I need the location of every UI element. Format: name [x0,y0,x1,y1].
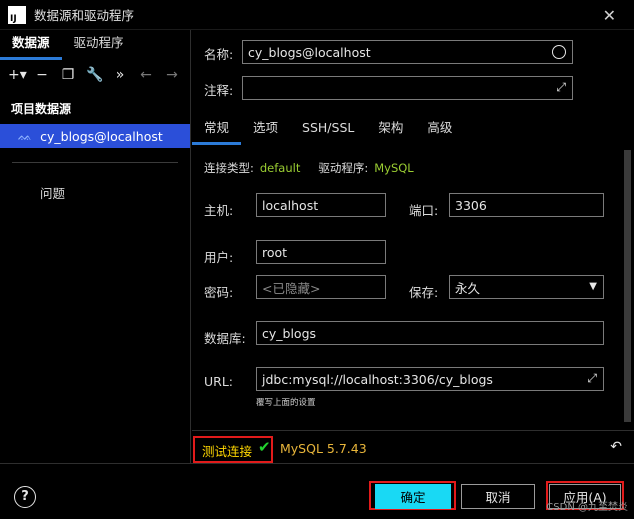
more-icon[interactable]: » [112,67,128,83]
datasource-item-label: cy_blogs@localhost [40,128,163,144]
right-panel: 名称: cy_blogs@localhost 注释: ⤢ 常规 选项 SSH/S… [192,30,634,463]
ok-button[interactable]: 确定 [375,484,451,509]
conn-type-value[interactable]: default [260,161,300,175]
name-row: 名称: [204,44,233,63]
project-datasources-label: 项目数据源 [11,102,72,116]
connection-info: 连接类型: default 驱动程序: MySQL [204,160,414,176]
database-input[interactable]: cy_blogs [256,321,604,345]
dialog-footer: ? 确定 取消 应用(A) CSDN @九至焚炎 [0,463,634,519]
expand-icon[interactable]: ⤢ [587,371,597,386]
expand-icon[interactable]: ⤢ [556,80,566,95]
highlight-box-test [193,436,273,463]
remove-icon[interactable]: − [34,67,50,83]
divider [12,162,178,163]
scrollbar[interactable] [624,150,631,422]
save-value: 永久 [455,280,481,296]
tab-schemas[interactable]: 架构 [366,115,415,145]
url-label: URL: [204,374,234,389]
name-label: 名称: [204,47,234,62]
url-hint: 覆写上面的设置 [256,398,316,408]
left-tabs: 数据源 驱动程序 [0,30,190,60]
host-input[interactable]: localhost [256,193,386,217]
intellij-icon: IJ [8,5,26,24]
host-value: localhost [262,197,319,213]
cancel-button[interactable]: 取消 [461,484,535,509]
user-label: 用户: [204,250,234,265]
undo-icon[interactable]: ↶ [610,439,622,455]
watermark: CSDN @九至焚炎 [546,502,628,513]
comment-input[interactable]: ⤢ [242,76,573,100]
save-label: 保存: [409,285,439,300]
driver-value[interactable]: MySQL [374,161,414,175]
left-toolbar: +▾ − ❐ 🔧 » ← → [0,60,190,90]
tab-advanced[interactable]: 高级 [415,115,464,145]
port-label: 端口: [409,203,439,218]
user-input[interactable]: root [256,240,386,264]
port-value: 3306 [455,197,487,213]
status-bar: 测试连接 ✔ MySQL 5.7.43 ↶ [192,430,634,463]
tab-general[interactable]: 常规 [192,115,242,145]
password-label: 密码: [204,285,234,300]
tab-drivers[interactable]: 驱动程序 [62,30,136,60]
driver-label: 驱动程序: [318,161,369,175]
settings-tabs: 常规 选项 SSH/SSL 架构 高级 [192,115,634,145]
help-icon[interactable]: ? [14,486,36,508]
general-content: 连接类型: default 驱动程序: MySQL 主机: localhost … [192,145,634,430]
window-title: 数据源和驱动程序 [34,8,135,23]
title-bar: IJ 数据源和驱动程序 ✕ [0,0,634,30]
save-select[interactable]: 永久 ▼ [449,275,604,299]
tab-datasources[interactable]: 数据源 [0,30,62,60]
password-input[interactable]: <已隐藏> [256,275,386,299]
tab-ssh-ssl[interactable]: SSH/SSL [290,115,366,145]
port-input[interactable]: 3306 [449,193,604,217]
close-icon[interactable]: ✕ [603,6,616,25]
comment-label: 注释: [204,83,234,98]
host-label: 主机: [204,203,234,218]
database-value: cy_blogs [262,325,317,341]
duplicate-icon[interactable]: ❐ [60,67,76,83]
forward-arrow-icon[interactable]: → [164,67,180,83]
mysql-dolphin-icon: ᨐ [18,128,33,143]
url-value: jdbc:mysql://localhost:3306/cy_blogs [262,371,493,387]
comment-row: 注释: [204,80,233,99]
database-label: 数据库: [204,331,246,346]
chevron-down-icon: ▼ [589,281,597,292]
tab-options[interactable]: 选项 [241,115,290,145]
password-placeholder: <已隐藏> [262,280,321,296]
name-input[interactable]: cy_blogs@localhost [242,40,573,64]
mysql-version: MySQL 5.7.43 [280,441,367,456]
datasource-item[interactable]: ᨐ cy_blogs@localhost [0,124,190,148]
user-value: root [262,244,288,260]
add-icon[interactable]: +▾ [8,67,27,83]
color-circle-icon[interactable] [552,45,566,59]
left-panel: 数据源 驱动程序 +▾ − ❐ 🔧 » ← → 项目数据源 ᨐ cy_blogs… [0,30,191,463]
problems-item[interactable]: 问题 [40,183,190,202]
conn-type-label: 连接类型: [204,161,254,175]
back-arrow-icon[interactable]: ← [138,67,154,83]
url-input[interactable]: jdbc:mysql://localhost:3306/cy_blogs ⤢ [256,367,604,391]
name-value: cy_blogs@localhost [248,44,371,60]
wrench-icon[interactable]: 🔧 [86,67,103,83]
